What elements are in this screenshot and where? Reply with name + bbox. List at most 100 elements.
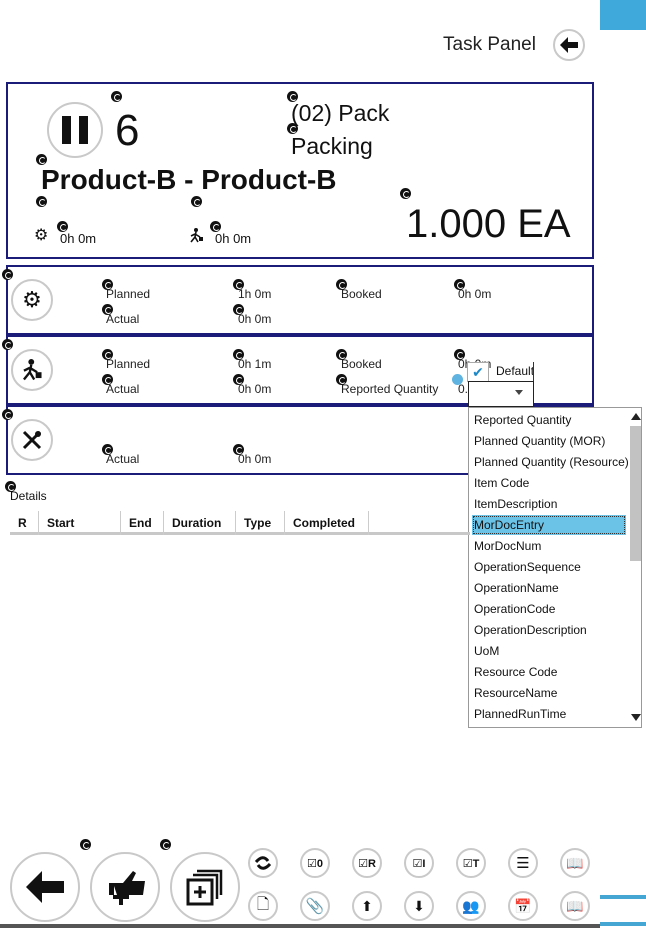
field-select[interactable] xyxy=(468,381,534,407)
attachment-button[interactable]: 📎 xyxy=(300,891,330,921)
tools-icon xyxy=(22,430,42,450)
default-label: Default xyxy=(496,364,535,378)
dropdown-scrollbar[interactable] xyxy=(629,408,642,727)
corner-tile[interactable] xyxy=(600,0,646,30)
checklist-r-icon: ☑R xyxy=(358,857,376,870)
run-time: 0h 0m xyxy=(215,231,252,246)
scroll-down-icon[interactable] xyxy=(631,714,641,721)
move-up-button[interactable]: ⬆ xyxy=(352,891,382,921)
dropdown-option[interactable]: OperationName xyxy=(472,578,559,598)
back-button[interactable] xyxy=(10,852,80,922)
booked-label: Booked xyxy=(341,357,382,371)
move-down-button[interactable]: ⬇ xyxy=(404,891,434,921)
scroll-up-icon[interactable] xyxy=(631,413,641,420)
reported-quantity-label: Reported Quantity xyxy=(341,382,439,396)
thumbs-up-add-icon xyxy=(109,871,145,905)
column-header-duration[interactable]: Duration xyxy=(164,511,236,535)
dropdown-option[interactable]: Reported Quantity xyxy=(472,410,571,430)
marker-icon xyxy=(36,196,47,207)
actual-label: Actual xyxy=(106,382,140,396)
column-header-type[interactable]: Type xyxy=(236,511,285,535)
dropdown-option[interactable]: ResourceName xyxy=(472,683,557,703)
field-dropdown-list[interactable]: Reported Quantity Planned Quantity (MOR)… xyxy=(468,407,642,728)
operation-code: (02) Pack xyxy=(291,100,390,126)
dropdown-option-selected[interactable]: MorDocEntry xyxy=(472,515,626,535)
checklist-i-button[interactable]: ☑I xyxy=(404,848,434,878)
pause-button[interactable] xyxy=(47,102,103,158)
operation-header-card: 6 (02) Pack Packing Product-B - Product-… xyxy=(6,82,594,259)
product-name: Product-B - Product-B xyxy=(41,164,337,195)
dropdown-option[interactable]: PlannedRunTime xyxy=(472,704,566,724)
gear-icon: ⚙ xyxy=(22,287,42,312)
document-button[interactable]: 🗋 xyxy=(248,891,278,921)
checklist-t-icon: ☑T xyxy=(462,857,480,870)
marker-icon xyxy=(191,196,202,207)
checklist-o-button[interactable]: ☑0 xyxy=(300,848,330,878)
column-header-start[interactable]: Start xyxy=(39,511,121,535)
calendar-button[interactable]: 📅 xyxy=(508,891,538,921)
team-icon: 👥 xyxy=(462,897,480,914)
accent-bar xyxy=(600,922,646,926)
stacked-add-icon xyxy=(186,869,223,906)
marker-icon xyxy=(111,91,122,102)
dropdown-option[interactable]: Planned Quantity (MOR) xyxy=(472,431,605,451)
planned-label: Planned xyxy=(106,357,151,371)
planned-label: Planned xyxy=(106,287,151,301)
marker-icon xyxy=(2,409,13,420)
dropdown-option[interactable]: Planned Quantity (Resource) xyxy=(472,452,629,472)
column-header-r[interactable]: R xyxy=(10,511,39,535)
actual-value: 0h 0m xyxy=(238,452,272,466)
chevron-down-icon xyxy=(515,390,523,395)
list-icon: ☰ xyxy=(516,855,530,872)
add-stack-button[interactable] xyxy=(170,852,240,922)
actual-label: Actual xyxy=(106,312,140,326)
checklist-t-button[interactable]: ☑T xyxy=(456,848,486,878)
default-checkbox[interactable]: ✔ xyxy=(467,362,489,382)
planned-value: 1h 0m xyxy=(238,287,272,301)
bottom-divider xyxy=(0,924,600,928)
document-icon: 🗋 xyxy=(256,895,270,913)
column-header-end[interactable]: End xyxy=(121,511,164,535)
checklist-i-icon: ☑I xyxy=(412,857,426,870)
move-up-icon: ⬆ xyxy=(361,897,373,914)
dropdown-option[interactable]: OperationCode xyxy=(472,599,555,619)
setup-time-row: ⚙ Planned 1h 0m Actual 0h 0m Booked 0h 0… xyxy=(2,265,594,335)
setup-time: 0h 0m xyxy=(60,231,97,246)
tools-button[interactable] xyxy=(11,419,53,461)
dropdown-option[interactable]: MorDocNum xyxy=(472,536,541,556)
task-panel-title: Task Panel xyxy=(443,34,536,55)
scroll-thumb[interactable] xyxy=(630,426,641,561)
details-label: Details xyxy=(10,489,47,503)
worker-icon xyxy=(23,359,42,381)
team-button[interactable]: 👥 xyxy=(456,891,486,921)
paperclip-icon: 📎 xyxy=(305,898,325,915)
checklist-r-button[interactable]: ☑R xyxy=(352,848,382,878)
open-book-button[interactable]: 📖 xyxy=(560,891,590,921)
dropdown-option[interactable]: OperationSequence xyxy=(472,557,581,577)
planned-value: 0h 1m xyxy=(238,357,272,371)
actual-label: Actual xyxy=(106,452,140,466)
book-download-button[interactable]: 📖 xyxy=(560,848,590,878)
list-button[interactable]: ☰ xyxy=(508,848,538,878)
refresh-icon[interactable] xyxy=(452,374,463,385)
setup-button[interactable]: ⚙ xyxy=(11,279,53,321)
marker-icon xyxy=(160,839,171,850)
quantity: 1.000 EA xyxy=(406,202,571,246)
run-button[interactable] xyxy=(11,349,53,391)
dropdown-option[interactable]: Item Code xyxy=(472,473,529,493)
accent-bar xyxy=(600,895,646,899)
add-approval-button[interactable] xyxy=(90,852,160,922)
dropdown-option[interactable]: UoM xyxy=(472,641,499,661)
actual-value: 0h 0m xyxy=(238,312,272,326)
booked-value: 0h 0m xyxy=(458,287,492,301)
operation-name: Packing xyxy=(291,133,373,159)
dropdown-option[interactable]: OperationDescription xyxy=(472,620,587,640)
dropdown-option[interactable]: Resource Code xyxy=(472,662,557,682)
book-download-icon: 📖 xyxy=(566,854,584,871)
marker-icon xyxy=(2,339,13,350)
column-header-completed[interactable]: Completed xyxy=(285,511,369,535)
sync-button[interactable] xyxy=(248,848,278,878)
move-down-icon: ⬇ xyxy=(413,897,425,914)
dropdown-option[interactable]: ItemDescription xyxy=(472,494,557,514)
task-panel-back-button[interactable] xyxy=(553,29,585,61)
